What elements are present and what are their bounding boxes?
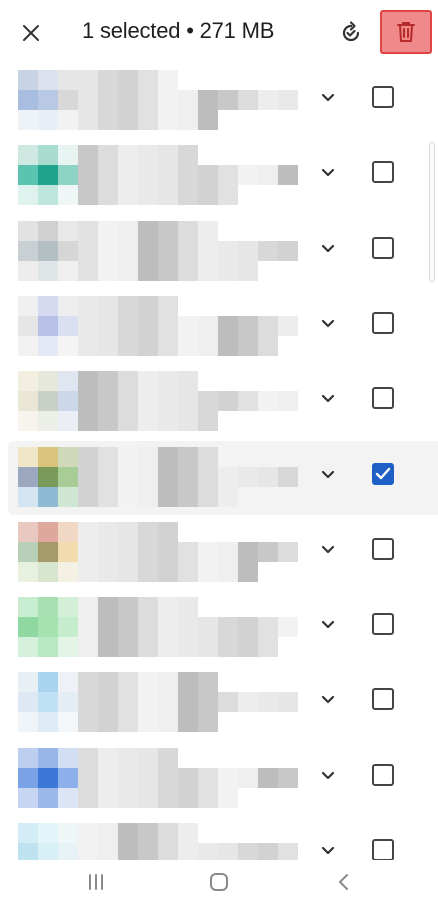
list-item[interactable] [0, 365, 438, 439]
thumbnail [18, 597, 78, 658]
list-item[interactable] [0, 666, 438, 740]
file-list [0, 64, 438, 860]
checkbox[interactable] [372, 86, 394, 108]
chevron-down-icon [321, 545, 335, 553]
list-item[interactable] [0, 139, 438, 213]
thumbnail [18, 446, 78, 507]
system-navigation-bar [0, 860, 438, 904]
expand-button[interactable] [316, 86, 340, 110]
checkbox[interactable] [372, 613, 394, 636]
chevron-down-icon [321, 696, 335, 704]
checkbox[interactable] [372, 236, 394, 259]
selection-summary: 1 selected • 271 MB [82, 18, 275, 43]
list-item[interactable] [0, 591, 438, 665]
list-item[interactable] [8, 440, 438, 515]
redacted-file-info [78, 70, 298, 130]
list-item[interactable] [0, 516, 438, 590]
thumbnail [18, 521, 78, 582]
delete-button[interactable] [380, 10, 432, 54]
redacted-file-info [78, 295, 298, 356]
list-item[interactable] [0, 817, 438, 860]
list-item[interactable] [0, 290, 438, 364]
list-item[interactable] [0, 64, 438, 138]
chevron-down-icon [321, 244, 335, 252]
checkbox[interactable] [372, 161, 394, 184]
chevron-down-icon [321, 169, 335, 177]
thumbnail [18, 672, 78, 733]
chevron-down-icon [321, 395, 335, 403]
expand-button[interactable] [316, 312, 340, 336]
refresh-check-icon [342, 21, 360, 42]
expand-button[interactable] [316, 387, 340, 411]
chevron-down-icon [321, 319, 335, 327]
recent-apps-button[interactable] [82, 870, 110, 894]
thumbnail [18, 145, 78, 206]
checkbox[interactable] [372, 839, 394, 860]
redacted-file-info [78, 597, 298, 658]
checkbox[interactable] [372, 688, 394, 711]
selection-toolbar: 1 selected • 271 MB [0, 0, 438, 64]
back-icon [339, 874, 348, 890]
chevron-down-icon [321, 620, 335, 629]
checkbox-checked[interactable] [372, 462, 394, 485]
refresh-button[interactable] [334, 16, 368, 50]
chevron-down-icon [321, 470, 335, 478]
check-icon [375, 467, 391, 479]
chevron-down-icon [321, 771, 335, 779]
chevron-down-icon [321, 93, 335, 102]
thumbnail [18, 371, 78, 432]
checkbox[interactable] [372, 311, 394, 334]
expand-button[interactable] [316, 613, 340, 637]
home-icon [210, 873, 228, 891]
expand-button[interactable] [316, 538, 340, 562]
redacted-file-info [78, 747, 298, 808]
redacted-file-info [78, 220, 298, 281]
thumbnail [18, 747, 78, 808]
close-button[interactable] [14, 16, 48, 50]
expand-button[interactable] [316, 161, 340, 185]
thumbnail [18, 295, 78, 356]
redacted-file-info [78, 823, 298, 860]
expand-button[interactable] [316, 839, 340, 860]
expand-button[interactable] [316, 688, 340, 712]
thumbnail [18, 823, 78, 860]
redacted-file-info [78, 145, 298, 206]
chevron-down-icon [321, 846, 335, 855]
list-item[interactable] [0, 215, 438, 289]
home-button[interactable] [205, 870, 233, 894]
checkbox[interactable] [372, 387, 394, 410]
redacted-file-info [78, 371, 298, 432]
expand-button[interactable] [316, 463, 340, 487]
redacted-file-info [78, 672, 298, 733]
trash-icon [397, 22, 415, 42]
expand-button[interactable] [316, 237, 340, 261]
checkbox[interactable] [372, 763, 394, 786]
recent-apps-icon [89, 874, 103, 890]
thumbnail [18, 70, 78, 130]
close-icon [23, 25, 39, 41]
thumbnail [18, 220, 78, 281]
checkbox[interactable] [372, 537, 394, 560]
scrollbar[interactable] [429, 142, 435, 282]
back-button[interactable] [330, 870, 358, 894]
list-item[interactable] [0, 742, 438, 816]
redacted-file-info [78, 521, 298, 582]
expand-button[interactable] [316, 764, 340, 788]
redacted-file-info [78, 446, 298, 507]
